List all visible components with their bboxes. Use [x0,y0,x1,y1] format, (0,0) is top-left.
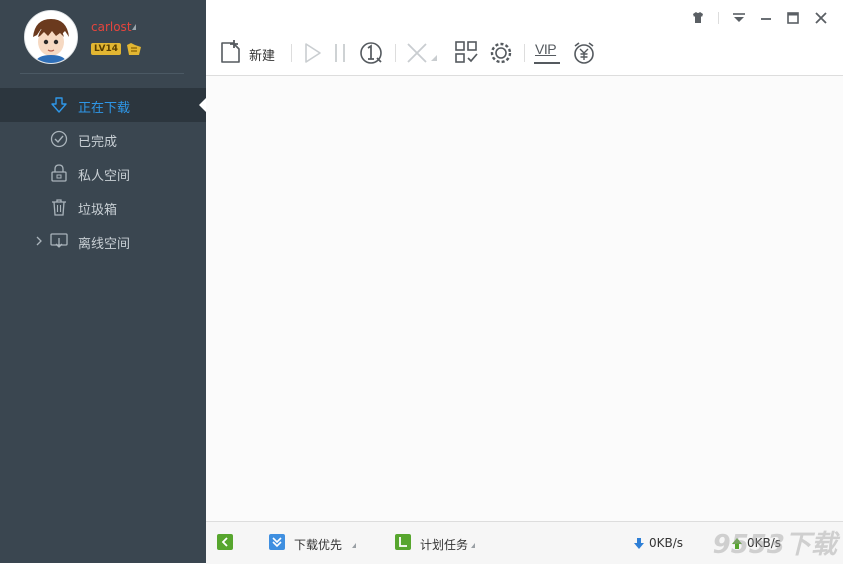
money-icon[interactable] [571,40,597,66]
trash-icon [52,199,66,216]
new-task-icon[interactable] [219,40,243,66]
toolbar-separator [291,44,292,62]
watermark: 9553下载 [712,530,837,560]
menu-icon[interactable] [731,10,747,26]
toolbar-separator [524,44,525,62]
check-circle-icon [50,130,68,148]
download-speed-arrow-icon [634,538,644,549]
sidebar-item-label: 已完成 [78,135,118,150]
vip-label: VIP [535,41,557,57]
sidebar-divider [20,73,184,74]
vip-button[interactable]: VIP [534,40,560,66]
toolbar-separator [395,44,396,62]
new-task-button[interactable]: 新建 [249,45,275,64]
download-list-area[interactable] [206,76,843,521]
download-priority-caret-icon[interactable] [352,543,356,548]
sidebar-item-offline-space[interactable]: 离线空间 [0,224,206,258]
user-menu-caret-icon[interactable] [132,24,136,30]
sidebar-item-label: 离线空间 [78,237,131,252]
settings-icon[interactable] [488,40,514,66]
one-click-icon[interactable] [358,40,384,66]
username[interactable]: carlost [91,20,132,34]
maximize-icon[interactable] [785,10,801,26]
cloud-download-icon [50,233,68,248]
chevron-left-icon [221,537,228,547]
scheduled-tasks-button[interactable]: 计划任务 [420,536,468,553]
download-priority-button[interactable]: 下载优先 [294,536,342,553]
sidebar-item-label: 正在下载 [78,101,131,116]
minimize-icon[interactable] [758,10,774,26]
avatar-image [25,11,77,63]
level-badge: LV14 [91,43,121,55]
close-icon[interactable] [813,10,829,26]
qrcode-icon[interactable] [454,40,480,66]
lock-icon [51,164,67,182]
collapse-sidebar-button[interactable] [217,534,233,550]
chevron-right-icon[interactable] [34,235,44,247]
delete-icon[interactable] [405,40,439,66]
scheduled-tasks-icon[interactable] [395,534,411,550]
sidebar-nav: 正在下载 已完成 私人空间 垃圾箱 离线空间 [0,88,206,258]
sidebar-item-label: 私人空间 [78,169,131,184]
sidebar-item-label: 垃圾箱 [78,203,118,218]
sidebar-item-private-space[interactable]: 私人空间 [0,156,206,190]
download-priority-icon[interactable] [269,534,285,550]
window-controls-divider [718,12,719,24]
vip-crown-icon[interactable] [126,42,142,56]
download-speed: 0KB/s [649,536,684,550]
scheduled-tasks-caret-icon[interactable] [471,543,475,548]
skin-icon[interactable] [690,10,706,26]
pause-icon[interactable] [332,40,348,66]
play-icon[interactable] [302,40,324,66]
download-arrow-icon [51,97,67,113]
sidebar-item-completed[interactable]: 已完成 [0,122,206,156]
active-pointer [199,98,206,112]
sidebar-item-downloading[interactable]: 正在下载 [0,88,206,122]
vip-underline [534,62,560,64]
sidebar: carlost LV14 正在下载 已完成 私人空间 垃圾箱 离线空间 [0,0,206,563]
avatar[interactable] [24,10,78,64]
sidebar-item-trash[interactable]: 垃圾箱 [0,190,206,224]
